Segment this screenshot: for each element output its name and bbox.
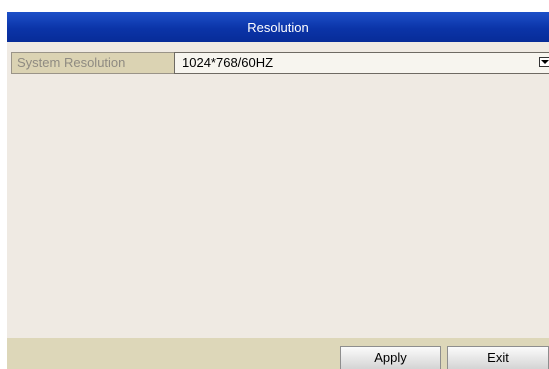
system-resolution-select[interactable]: 1024*768/60HZ [174,52,549,74]
system-resolution-label: System Resolution [11,52,179,74]
apply-button[interactable]: Apply [340,346,441,369]
resolution-dialog: Resolution System Resolution 1024*768/60… [7,12,549,369]
exit-button[interactable]: Exit [447,346,549,369]
dialog-footer: Apply Exit [7,338,549,369]
system-resolution-row: System Resolution 1024*768/60HZ [11,52,549,74]
system-resolution-value: 1024*768/60HZ [182,55,274,70]
chevron-down-icon[interactable] [539,57,549,67]
dialog-title: Resolution [7,12,549,42]
